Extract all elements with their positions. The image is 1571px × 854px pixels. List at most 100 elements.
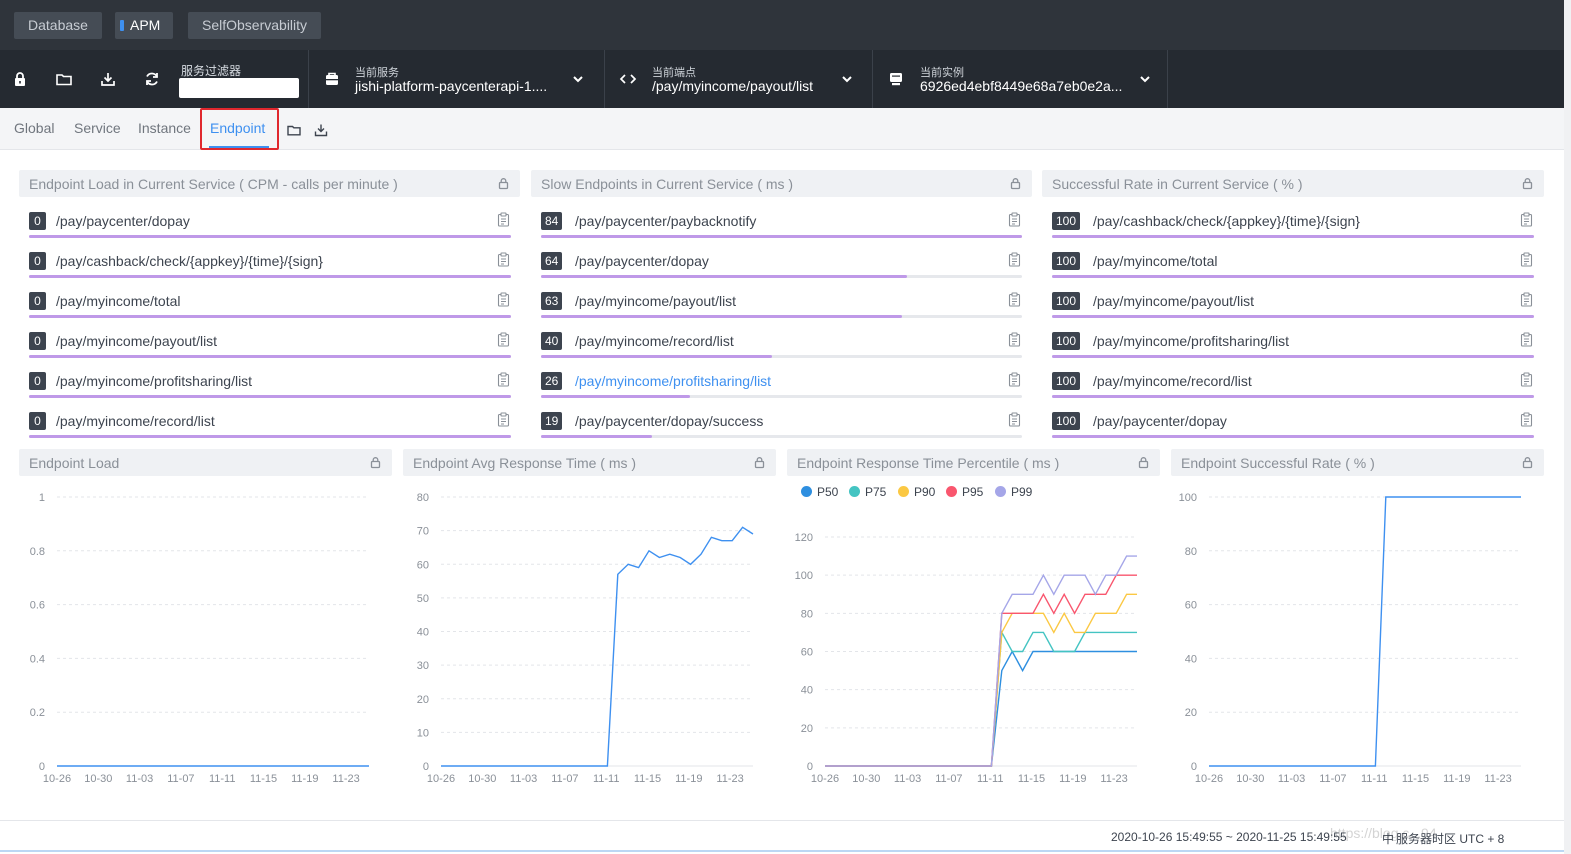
clipboard-icon[interactable] <box>497 252 510 267</box>
lock-icon[interactable] <box>497 177 510 190</box>
value-badge: 0 <box>29 292 46 310</box>
panel-header-success: Successful Rate in Current Service ( % ) <box>1042 170 1544 197</box>
lock-icon[interactable] <box>1521 177 1534 190</box>
clipboard-icon[interactable] <box>1008 252 1021 267</box>
chart-header-avg: Endpoint Avg Response Time ( ms ) <box>403 449 776 476</box>
lock-icon[interactable] <box>1009 177 1022 190</box>
folder-icon[interactable] <box>55 70 73 88</box>
endpoint-name[interactable]: /pay/myincome/payout/list <box>1093 293 1254 309</box>
y-tick-label: 70 <box>417 526 429 538</box>
lock-icon[interactable] <box>11 70 29 88</box>
lock-icon[interactable] <box>753 456 766 469</box>
clipboard-icon[interactable] <box>497 372 510 387</box>
endpoint-name[interactable]: /pay/myincome/record/list <box>1093 373 1252 389</box>
list-item[interactable]: 84/pay/paycenter/paybacknotify <box>541 211 1022 251</box>
series-line-P95 <box>825 574 1137 767</box>
clipboard-icon[interactable] <box>1008 412 1021 427</box>
endpoint-name[interactable]: /pay/paycenter/paybacknotify <box>575 213 756 229</box>
nav-tab-apm[interactable]: APM <box>115 12 174 39</box>
value-badge: 100 <box>1052 372 1081 390</box>
list-item[interactable]: 100/pay/myincome/profitsharing/list <box>1052 331 1534 371</box>
list-item[interactable]: 0/pay/myincome/profitsharing/list <box>29 371 511 411</box>
panel-title: Successful Rate in Current Service ( % ) <box>1052 176 1303 192</box>
list-item[interactable]: 64/pay/paycenter/dopay <box>541 251 1022 291</box>
clipboard-icon[interactable] <box>497 212 510 227</box>
endpoint-name[interactable]: /pay/paycenter/dopay <box>56 213 190 229</box>
service-value: jishi-platform-paycenterapi-1.... <box>355 78 548 94</box>
list-item[interactable]: 40/pay/myincome/record/list <box>541 331 1022 371</box>
clipboard-icon[interactable] <box>497 412 510 427</box>
clipboard-icon[interactable] <box>1520 332 1533 347</box>
list-item[interactable]: 0/pay/paycenter/dopay <box>29 211 511 251</box>
lock-icon[interactable] <box>369 456 382 469</box>
list-item[interactable]: 0/pay/myincome/payout/list <box>29 331 511 371</box>
endpoint-selector[interactable]: 当前端点 /pay/myincome/payout/list <box>604 50 872 108</box>
refresh-icon[interactable] <box>143 70 161 88</box>
x-tick-label: 10-30 <box>1236 773 1264 785</box>
endpoint-name[interactable]: /pay/myincome/record/list <box>575 333 734 349</box>
endpoint-name[interactable]: /pay/myincome/payout/list <box>575 293 736 309</box>
download-icon[interactable] <box>313 122 329 138</box>
list-item[interactable]: 0/pay/cashback/check/{appkey}/{time}/{si… <box>29 251 511 291</box>
download-icon[interactable] <box>99 70 117 88</box>
list-item[interactable]: 100/pay/myincome/record/list <box>1052 371 1534 411</box>
list-item[interactable]: 100/pay/myincome/total <box>1052 251 1534 291</box>
highlight-box <box>200 108 279 150</box>
x-tick-label: 10-30 <box>84 773 112 785</box>
tab-global[interactable]: Global <box>14 120 54 136</box>
list-item[interactable]: 100/pay/cashback/check/{appkey}/{time}/{… <box>1052 211 1534 251</box>
endpoint-name[interactable]: /pay/myincome/profitsharing/list <box>1093 333 1289 349</box>
list-item[interactable]: 19/pay/paycenter/dopay/success <box>541 411 1022 451</box>
y-tick-label: 100 <box>795 570 813 582</box>
list-item[interactable]: 0/pay/myincome/record/list <box>29 411 511 451</box>
clipboard-icon[interactable] <box>1008 212 1021 227</box>
service-icon <box>323 70 341 88</box>
list-item[interactable]: 63/pay/myincome/payout/list <box>541 291 1022 331</box>
clipboard-icon[interactable] <box>1520 372 1533 387</box>
lock-icon[interactable] <box>1521 456 1534 469</box>
list-item[interactable]: 0/pay/myincome/total <box>29 291 511 331</box>
series-line-P75 <box>825 629 1137 767</box>
tab-service[interactable]: Service <box>74 120 121 136</box>
folder-icon[interactable] <box>286 122 302 138</box>
service-filter-input[interactable] <box>179 78 299 98</box>
list-item[interactable]: 26/pay/myincome/profitsharing/list <box>541 371 1022 411</box>
y-tick-label: 80 <box>417 492 429 504</box>
locale-toggle[interactable]: 中 <box>1382 830 1394 847</box>
nav-tab-database[interactable]: Database <box>14 12 102 39</box>
list-item[interactable]: 100/pay/myincome/payout/list <box>1052 291 1534 331</box>
x-tick-label: 10-26 <box>811 773 839 785</box>
clipboard-icon[interactable] <box>497 332 510 347</box>
endpoint-name[interactable]: /pay/myincome/total <box>1093 253 1218 269</box>
instance-selector[interactable]: 当前实例 6926ed4ebf8449e68a7eb0e2a... <box>872 50 1168 108</box>
time-range[interactable]: 2020-10-26 15:49:55 ~ 2020-11-25 15:49:5… <box>1111 830 1347 844</box>
endpoint-name[interactable]: /pay/paycenter/dopay/success <box>575 413 763 429</box>
endpoint-name[interactable]: /pay/cashback/check/{appkey}/{time}/{sig… <box>1093 213 1360 229</box>
endpoint-name[interactable]: /pay/myincome/record/list <box>56 413 215 429</box>
clipboard-icon[interactable] <box>1008 332 1021 347</box>
clipboard-icon[interactable] <box>497 292 510 307</box>
progress-bar <box>29 275 511 278</box>
clipboard-icon[interactable] <box>1520 212 1533 227</box>
service-selector[interactable]: 当前服务 jishi-platform-paycenterapi-1.... <box>308 50 604 108</box>
endpoint-name[interactable]: /pay/cashback/check/{appkey}/{time}/{sig… <box>56 253 323 269</box>
endpoint-name[interactable]: /pay/myincome/profitsharing/list <box>575 373 771 389</box>
list-item[interactable]: 100/pay/paycenter/dopay <box>1052 411 1534 451</box>
progress-bar <box>541 355 772 358</box>
x-tick-label: 11-15 <box>250 773 277 785</box>
clipboard-icon[interactable] <box>1520 292 1533 307</box>
clipboard-icon[interactable] <box>1520 252 1533 267</box>
tab-instance[interactable]: Instance <box>138 120 191 136</box>
scrollbar[interactable] <box>1564 0 1571 854</box>
endpoint-name[interactable]: /pay/myincome/payout/list <box>56 333 217 349</box>
nav-tab-selfobservability[interactable]: SelfObservability <box>188 12 322 39</box>
endpoint-name[interactable]: /pay/paycenter/dopay <box>1093 413 1227 429</box>
lock-icon[interactable] <box>1137 456 1150 469</box>
clipboard-icon[interactable] <box>1008 372 1021 387</box>
clipboard-icon[interactable] <box>1008 292 1021 307</box>
series-line-P50 <box>825 650 1137 767</box>
endpoint-name[interactable]: /pay/paycenter/dopay <box>575 253 709 269</box>
endpoint-name[interactable]: /pay/myincome/profitsharing/list <box>56 373 252 389</box>
clipboard-icon[interactable] <box>1520 412 1533 427</box>
endpoint-name[interactable]: /pay/myincome/total <box>56 293 181 309</box>
